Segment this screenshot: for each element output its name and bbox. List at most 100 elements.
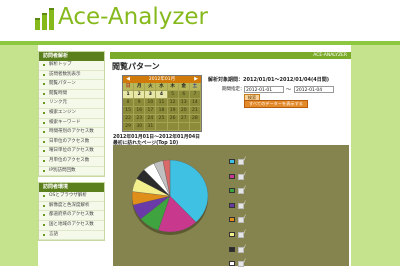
calendar-day[interactable]: 2 bbox=[134, 91, 146, 99]
calendar-day[interactable]: 27 bbox=[178, 115, 190, 123]
sidebar-item[interactable]: 日単位のアクセス数 bbox=[39, 138, 104, 148]
chart-legend: / / / / / / / / bbox=[229, 156, 339, 273]
calendar-day[interactable]: 30 bbox=[134, 123, 146, 131]
calendar-day[interactable]: 24 bbox=[145, 115, 157, 123]
legend-swatch bbox=[229, 159, 235, 164]
legend-label[interactable]: / bbox=[244, 186, 246, 191]
legend-swatch bbox=[229, 173, 235, 179]
calendar-day[interactable]: 14 bbox=[189, 99, 201, 107]
sidebar-item[interactable]: 解析トップ bbox=[39, 61, 104, 71]
legend-item: / bbox=[229, 185, 339, 200]
calendar-day[interactable]: 19 bbox=[167, 107, 179, 115]
calendar-day[interactable]: 31 bbox=[145, 123, 157, 131]
legend-item: / bbox=[229, 156, 339, 171]
calendar-week-row: 15 16 17 18 19 20 21 bbox=[123, 107, 201, 115]
legend-label[interactable]: / bbox=[244, 172, 246, 177]
calendar-day[interactable]: 25 bbox=[156, 115, 168, 123]
analysis-period-label: 解析対象期間：2012/01/01〜2012/01/04(4日間) bbox=[208, 77, 330, 83]
legend-label[interactable]: / bbox=[244, 230, 246, 235]
calendar-day[interactable]: 18 bbox=[156, 107, 168, 115]
calendar-day[interactable]: 10 bbox=[145, 99, 157, 107]
legend-item: / bbox=[229, 244, 339, 259]
calendar-day[interactable]: 4 bbox=[156, 91, 168, 99]
sidebar-item[interactable]: 時間帯別のアクセス数 bbox=[39, 128, 104, 138]
calendar-day[interactable]: 16 bbox=[134, 107, 146, 115]
calendar-prev-icon[interactable]: ◀ bbox=[125, 76, 131, 83]
calendar-day[interactable]: 17 bbox=[145, 107, 157, 115]
calendar-day[interactable]: 26 bbox=[167, 115, 179, 123]
sidebar-item[interactable]: 月単位のアクセス数 bbox=[39, 157, 104, 167]
sidebar-item[interactable]: 検索エンジン bbox=[39, 109, 104, 119]
calendar-day[interactable]: 20 bbox=[178, 107, 190, 115]
show-all-data-button[interactable]: すべてのデーターを表示する bbox=[244, 100, 308, 108]
sidebar-item[interactable]: 閲覧パターン bbox=[39, 80, 104, 90]
sidebar-item[interactable]: 都道府県のアクセス数 bbox=[39, 211, 104, 221]
calendar-weekday: 水 bbox=[156, 83, 168, 91]
app-logo-text[interactable]: Ace-Analyzer bbox=[58, 4, 208, 30]
calendar-day[interactable]: 3 bbox=[145, 91, 157, 99]
legend-swatch bbox=[229, 261, 235, 267]
calendar-day[interactable]: 11 bbox=[156, 99, 168, 107]
calendar-day[interactable]: 29 bbox=[123, 123, 135, 131]
legend-swatch bbox=[229, 231, 235, 237]
logo-icon bbox=[35, 8, 54, 30]
calendar-weekday: 金 bbox=[178, 83, 190, 91]
legend-swatch bbox=[229, 217, 235, 223]
sidebar-item[interactable]: 言語 bbox=[39, 231, 104, 241]
breadcrumb: ACE-ANALYZER bbox=[110, 52, 351, 59]
calendar-day[interactable]: 9 bbox=[134, 99, 146, 107]
sidebar-item[interactable]: IP別訪問回数 bbox=[39, 167, 104, 177]
calendar-weekday: 木 bbox=[167, 83, 179, 91]
calendar-weekday: 火 bbox=[145, 83, 157, 91]
sidebar-item[interactable]: 訪問者数別表示 bbox=[39, 71, 104, 81]
date-to-input[interactable]: 2012-01-04 bbox=[294, 86, 334, 93]
menu-section: 訪問者解析 解析トップ 訪問者数別表示 閲覧パターン 閲覧時間 リンク元 検索エンジン 検索キ… bbox=[38, 51, 105, 178]
legend-item: / bbox=[229, 200, 339, 215]
sidebar-item[interactable]: 国と地域のアクセス数 bbox=[39, 221, 104, 231]
sidebar-item[interactable]: 曜日単位のアクセス数 bbox=[39, 147, 104, 157]
calendar-day[interactable]: 5 bbox=[167, 91, 179, 99]
calendar-day[interactable]: 12 bbox=[167, 99, 179, 107]
legend-swatch bbox=[229, 188, 235, 194]
legend-item: / bbox=[229, 258, 339, 273]
date-from-input[interactable]: 2012-01-01 bbox=[244, 86, 284, 93]
sidebar-item[interactable]: OSとブラウザ解析 bbox=[39, 192, 104, 202]
breadcrumb-text[interactable]: ACE-ANALYZER bbox=[313, 53, 351, 58]
legend-label[interactable]: / bbox=[244, 245, 246, 250]
legend-swatch bbox=[229, 246, 235, 252]
calendar-next-icon[interactable]: ▶ bbox=[193, 76, 199, 83]
sidebar-item[interactable]: リンク元 bbox=[39, 99, 104, 109]
calendar-day bbox=[156, 123, 168, 131]
sidebar-item[interactable]: 解像度と色深度解析 bbox=[39, 202, 104, 212]
calendar-day[interactable]: 28 bbox=[189, 115, 201, 123]
calendar-day[interactable]: 7 bbox=[189, 91, 201, 99]
calendar-day[interactable]: 6 bbox=[178, 91, 190, 99]
sidebar: 訪問者解析 解析トップ 訪問者数別表示 閲覧パターン 閲覧時間 リンク元 検索エンジン 検索キ… bbox=[38, 51, 105, 246]
legend-label[interactable]: / bbox=[244, 215, 246, 220]
sidebar-item[interactable]: 閲覧時間 bbox=[39, 90, 104, 100]
legend-swatch bbox=[229, 202, 235, 208]
sidebar-item[interactable]: 検索キーワード bbox=[39, 119, 104, 129]
calendar-day[interactable]: 22 bbox=[123, 115, 135, 123]
legend-label[interactable]: / bbox=[244, 259, 246, 264]
calendar-day bbox=[178, 123, 190, 131]
menu-section-title: 訪問者解析 bbox=[39, 52, 104, 61]
calendar-day[interactable]: 21 bbox=[189, 107, 201, 115]
date-range-separator: 〜 bbox=[286, 87, 292, 93]
calendar-title: 2012年01月 bbox=[148, 77, 176, 82]
calendar-header: ◀ 2012年01月 ▶ bbox=[123, 76, 201, 83]
calendar-day[interactable]: 23 bbox=[134, 115, 146, 123]
calendar-day bbox=[167, 123, 179, 131]
calendar-weekday: 土 bbox=[189, 83, 201, 91]
legend-item: / bbox=[229, 214, 339, 229]
calendar-day[interactable]: 8 bbox=[123, 99, 135, 107]
pie-chart bbox=[131, 159, 209, 235]
calendar-day bbox=[189, 123, 201, 131]
legend-label[interactable]: / bbox=[244, 157, 246, 162]
calendar-day[interactable]: 1 bbox=[123, 91, 135, 99]
calendar: ◀ 2012年01月 ▶ 日月火水木金土 1 2 3 4 5 6 7 8 9 10 11 12 13 14 1… bbox=[122, 75, 202, 132]
legend-label[interactable]: / bbox=[244, 201, 246, 206]
calendar-day[interactable]: 15 bbox=[123, 107, 135, 115]
legend-item: / bbox=[229, 229, 339, 244]
calendar-day[interactable]: 13 bbox=[178, 99, 190, 107]
